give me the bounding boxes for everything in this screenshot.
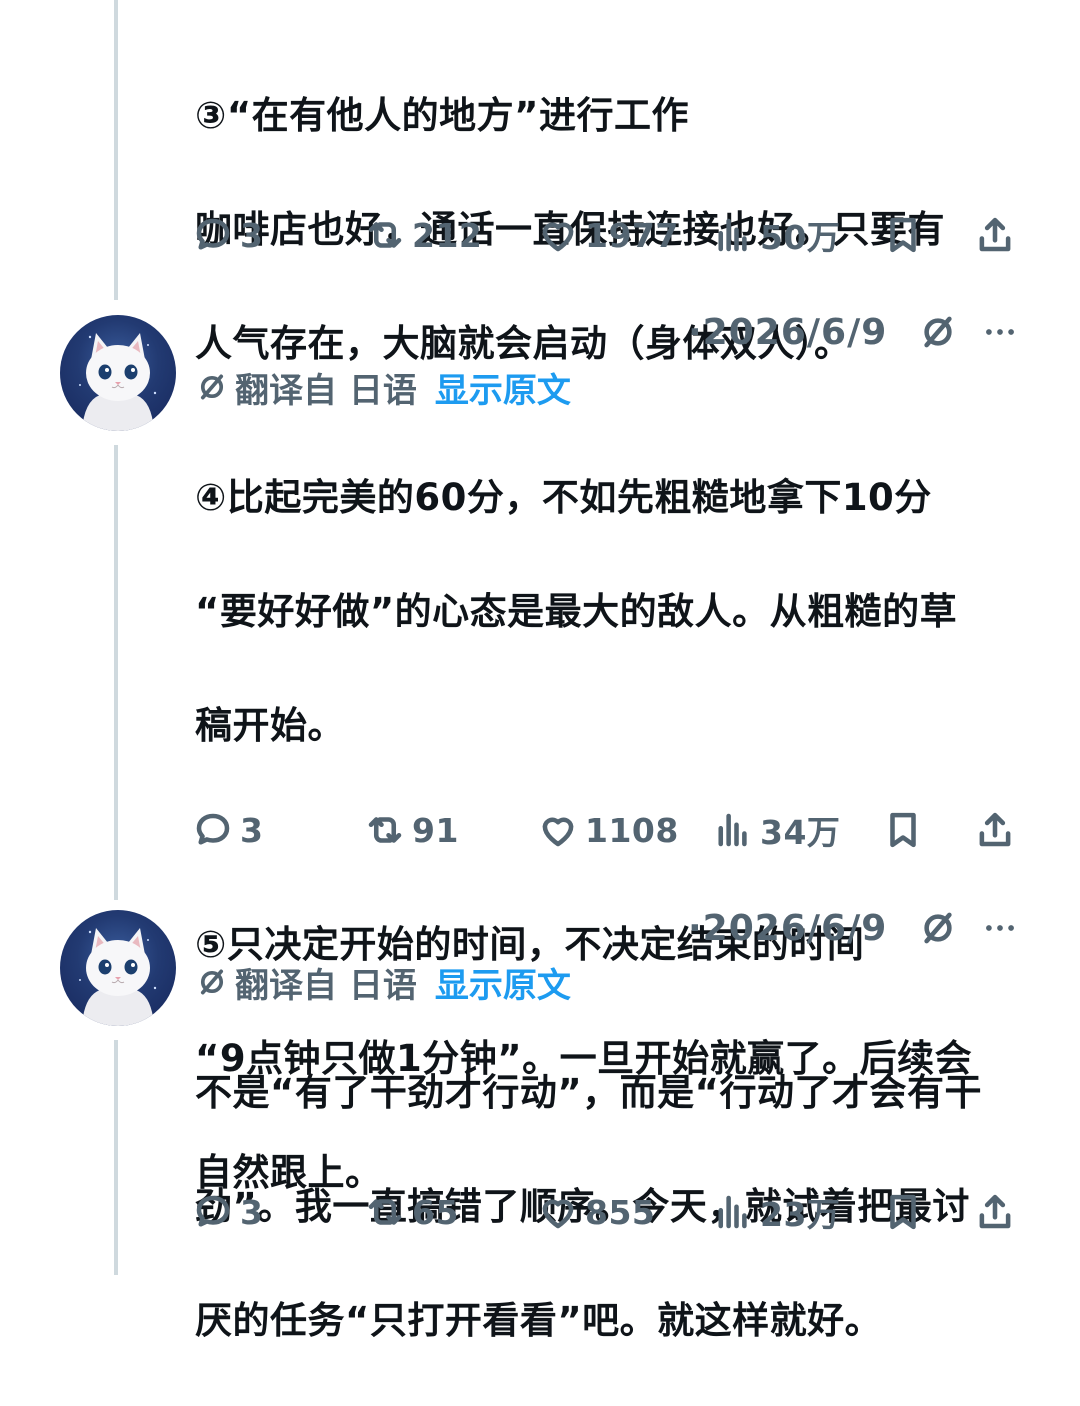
- text-line: ④比起完美的60分，不如先粗糙地拿下10分: [195, 476, 932, 519]
- retweet-count: 91: [412, 810, 459, 850]
- tweet-1-actions: 3 212 1977 50万: [192, 210, 1022, 260]
- cat-avatar-image: [79, 928, 157, 1026]
- translated-from-label: 翻译自 日语: [235, 370, 417, 411]
- avatar[interactable]: [60, 315, 176, 431]
- like-button[interactable]: 855: [537, 1187, 655, 1237]
- thread-line-middle: [114, 445, 118, 900]
- like-count: 855: [585, 1192, 656, 1232]
- bookmark-icon: [890, 217, 916, 253]
- retweet-icon: [368, 817, 402, 843]
- bookmark-icon: [890, 812, 916, 848]
- views-count: 50万: [760, 218, 841, 257]
- reply-count: 3: [240, 810, 264, 850]
- reply-button[interactable]: 3: [192, 805, 263, 855]
- views-icon: [718, 813, 747, 847]
- share-icon: [979, 217, 1011, 252]
- like-count: 1108: [585, 810, 679, 850]
- translation-row: 翻译自 日语 显示原文: [195, 363, 571, 411]
- share-button[interactable]: [974, 210, 1016, 260]
- bookmark-button[interactable]: [882, 1187, 924, 1237]
- like-icon: [542, 222, 574, 252]
- like-count: 1977: [585, 215, 679, 255]
- like-icon: [542, 1199, 574, 1229]
- retweet-icon: [368, 222, 402, 248]
- views-count: 34万: [760, 813, 841, 852]
- retweet-button[interactable]: 212: [364, 210, 482, 260]
- reply-count: 3: [240, 1192, 264, 1232]
- text-line: 稿开始。: [195, 704, 345, 747]
- text-line: 不是“有了干劲才行动”，而是“行动了才会有干: [195, 1071, 982, 1114]
- tweet-3-meta: ·2026/6/9: [688, 903, 1019, 953]
- translated-from-label: 翻译自 日语: [235, 965, 417, 1006]
- grok-icon[interactable]: [917, 311, 959, 353]
- show-original-link[interactable]: 显示原文: [435, 958, 571, 1007]
- reply-icon: [196, 218, 230, 250]
- show-original-link[interactable]: 显示原文: [435, 363, 571, 412]
- retweet-count: 65: [412, 1192, 459, 1232]
- views-icon: [718, 1195, 747, 1229]
- retweet-icon: [368, 1199, 402, 1225]
- views-count: 23万: [760, 1195, 841, 1234]
- views-icon: [718, 218, 747, 252]
- tweet-date[interactable]: ·2026/6/9: [688, 312, 887, 353]
- like-button[interactable]: 1977: [537, 210, 679, 260]
- retweet-button[interactable]: 65: [364, 1187, 459, 1237]
- views-button[interactable]: 50万: [712, 210, 840, 260]
- reply-count: 3: [240, 215, 264, 255]
- reply-button[interactable]: 3: [192, 1187, 263, 1237]
- like-icon: [542, 817, 574, 847]
- translate-icon: [200, 969, 224, 995]
- more-icon[interactable]: [981, 909, 1019, 947]
- share-button[interactable]: [974, 1187, 1016, 1237]
- tweet-date[interactable]: ·2026/6/9: [688, 908, 887, 949]
- retweet-count: 212: [412, 215, 483, 255]
- text-line: ③“在有他人的地方”进行工作: [195, 94, 689, 137]
- share-button[interactable]: [974, 805, 1016, 855]
- tweet-2-actions: 3 91 1108 34万: [192, 805, 1022, 855]
- share-icon: [979, 1194, 1011, 1229]
- tweet-3-actions: 3 65 855 23万: [192, 1187, 1022, 1237]
- translate-icon: [200, 374, 224, 400]
- like-button[interactable]: 1108: [537, 805, 679, 855]
- cat-avatar-image: [79, 333, 157, 431]
- reply-icon: [196, 813, 230, 845]
- bookmark-icon: [890, 1194, 916, 1230]
- reply-button[interactable]: 3: [192, 210, 263, 260]
- grok-icon[interactable]: [917, 907, 959, 949]
- reply-icon: [196, 1195, 230, 1227]
- text-line: 厌的任务“只打开看看”吧。就这样就好。: [195, 1299, 883, 1342]
- avatar[interactable]: [60, 910, 176, 1026]
- bookmark-button[interactable]: [882, 210, 924, 260]
- text-line: “要好好做”的心态是最大的敌人。从粗糙的草: [195, 590, 958, 633]
- bookmark-button[interactable]: [882, 805, 924, 855]
- views-button[interactable]: 23万: [712, 1187, 840, 1237]
- tweet-2-meta: ·2026/6/9: [688, 307, 1019, 357]
- thread-line-top: [114, 0, 118, 300]
- retweet-button[interactable]: 91: [364, 805, 459, 855]
- thread-line-bottom: [114, 1040, 118, 1275]
- views-button[interactable]: 34万: [712, 805, 840, 855]
- more-icon[interactable]: [981, 313, 1019, 351]
- translation-row: 翻译自 日语 显示原文: [195, 958, 571, 1006]
- share-icon: [979, 812, 1011, 847]
